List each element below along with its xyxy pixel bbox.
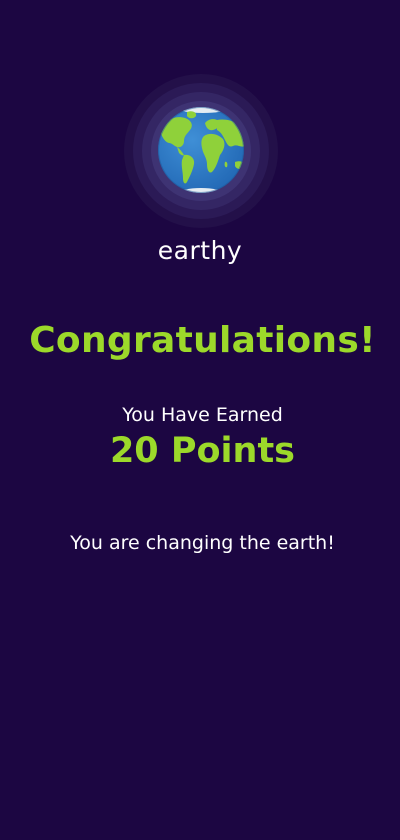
congratulations-heading: Congratulations! xyxy=(29,320,376,361)
encouragement-message: You are changing the earth! xyxy=(70,532,335,554)
brand-name: earthy xyxy=(157,236,243,265)
earned-label: You Have Earned xyxy=(122,404,283,426)
points-earned: 20 Points xyxy=(109,431,296,471)
app-logo xyxy=(124,74,278,228)
earth-globe-icon xyxy=(158,107,244,193)
